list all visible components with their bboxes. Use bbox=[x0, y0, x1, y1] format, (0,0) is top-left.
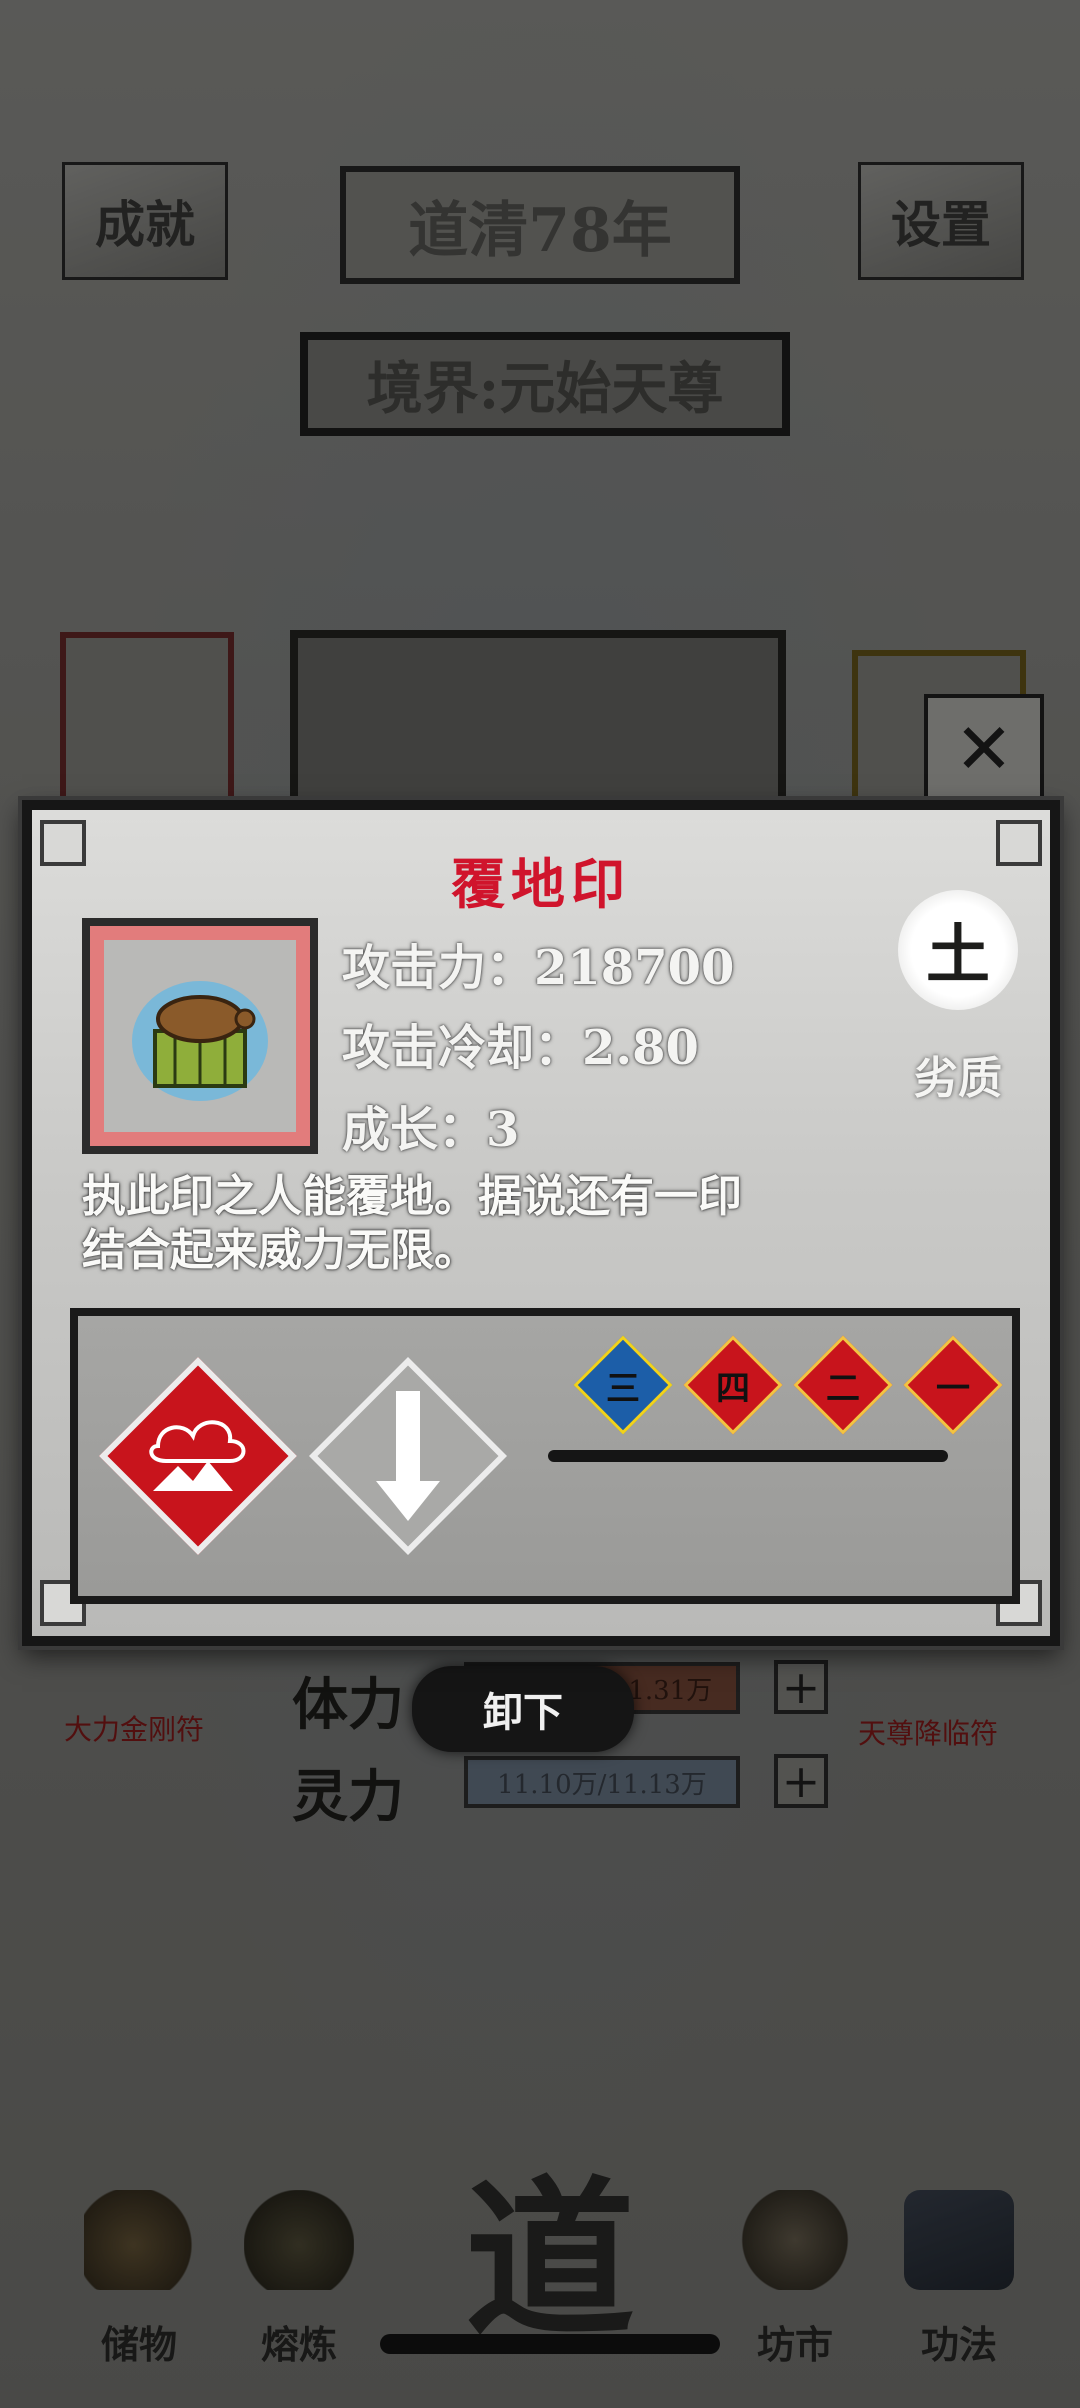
rank-label: 三 bbox=[606, 1368, 640, 1409]
cooldown-stat: 攻击冷却：2.80 bbox=[342, 1020, 699, 1076]
unequip-label: 卸下 bbox=[483, 1689, 563, 1736]
arrow-down-icon bbox=[376, 1391, 440, 1521]
cloud-mountain-icon bbox=[149, 1420, 246, 1491]
rank-label: 二 bbox=[826, 1368, 860, 1409]
rank-badge-3: 三 bbox=[570, 1332, 676, 1438]
rank-badge-2: 二 bbox=[790, 1332, 896, 1438]
attack-stat: 攻击力：218700 bbox=[342, 940, 735, 996]
element-badge: 土 bbox=[898, 890, 1018, 1010]
growth-stat: 成长：3 bbox=[342, 1102, 520, 1158]
skill-slot-empty[interactable] bbox=[308, 1356, 508, 1556]
rank-label: 四 bbox=[716, 1368, 750, 1409]
quality-label: 劣质 bbox=[914, 1053, 1002, 1104]
rank-badge-4: 四 bbox=[680, 1332, 786, 1438]
rank-badge-1: 一 bbox=[900, 1332, 1006, 1438]
description-line-1: 执此印之人能覆地。据说还有一印 bbox=[82, 1171, 742, 1222]
rank-label: 一 bbox=[936, 1368, 970, 1409]
skill-panel: 三 四 二 一 bbox=[70, 1308, 1020, 1604]
unequip-button[interactable]: 卸下 bbox=[412, 1666, 634, 1752]
item-icon-frame bbox=[82, 918, 318, 1154]
item-detail-modal: 覆地印 攻击力：218700 攻击冷却：2.80 成长：3 土 劣质 执此印之人… bbox=[22, 800, 1060, 1646]
description-line-2: 结合起来威力无限。 bbox=[82, 1225, 478, 1276]
ink-divider bbox=[548, 1450, 948, 1462]
item-name: 覆地印 bbox=[451, 852, 631, 916]
element-label: 土 bbox=[926, 918, 990, 993]
item-description: 执此印之人能覆地。据说还有一印 结合起来威力无限。 bbox=[82, 1170, 982, 1278]
skill-slot-active[interactable] bbox=[98, 1356, 298, 1556]
seal-turtle-icon bbox=[132, 981, 268, 1101]
